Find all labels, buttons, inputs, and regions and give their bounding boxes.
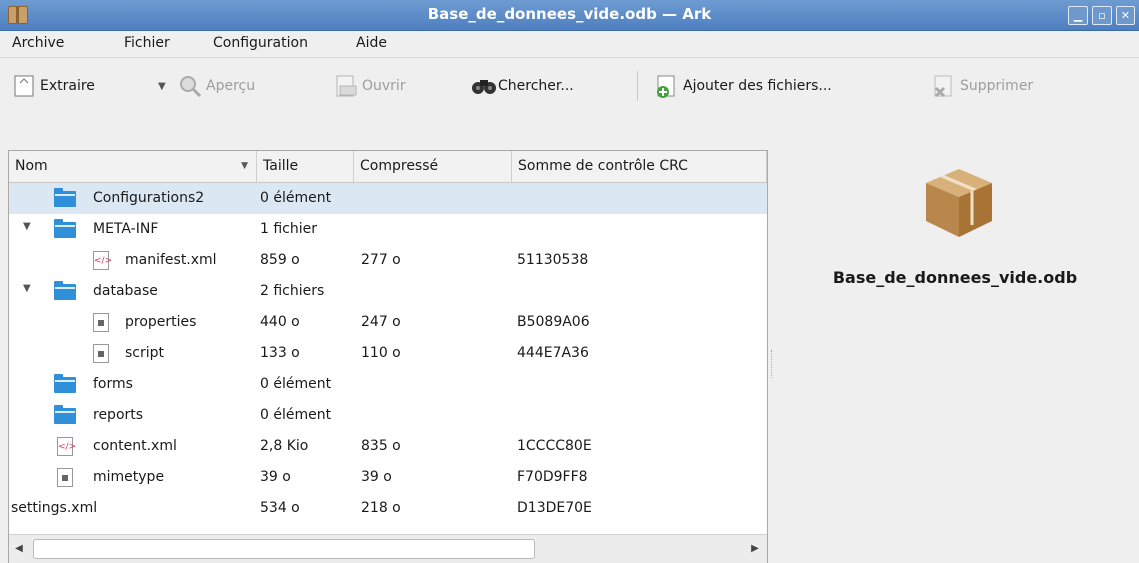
column-header-row: Nom ▼ Taille Compressé Somme de contrôle…	[9, 151, 767, 183]
column-header-compressed[interactable]: Compressé	[354, 151, 512, 182]
column-header-name[interactable]: Nom ▼	[9, 151, 257, 182]
folder-icon	[54, 188, 76, 207]
table-row[interactable]: Configurations2 0 élément	[9, 183, 767, 214]
table-row[interactable]: ▼ database 2 fichiers	[9, 276, 767, 307]
add-files-button[interactable]: Ajouter des fichiers...	[655, 66, 832, 106]
delete-button[interactable]: Supprimer	[932, 66, 1033, 106]
table-row[interactable]: ▼ META-INF 1 fichier	[9, 214, 767, 245]
folder-icon	[54, 219, 76, 238]
horizontal-scrollbar[interactable]: ◀ ▶	[9, 534, 767, 563]
magnifier-icon	[178, 74, 202, 98]
table-row[interactable]: properties 440 o 247 o B5089A06	[9, 307, 767, 338]
expand-arrow-icon[interactable]: ▼	[23, 221, 31, 232]
ark-window: Base_de_donnees_vide.odb — Ark ▁ ▫ ✕ Arc…	[0, 0, 1139, 563]
expand-arrow-icon[interactable]: ▼	[23, 283, 31, 294]
menu-aide[interactable]: Aide	[356, 35, 387, 51]
scroll-right-arrow-icon[interactable]: ▶	[745, 535, 765, 563]
table-row[interactable]: script 133 o 110 o 444E7A36	[9, 338, 767, 369]
binoculars-icon	[470, 74, 496, 98]
toolbar-separator	[637, 71, 638, 101]
table-row[interactable]: reports 0 élément	[9, 400, 767, 431]
close-button[interactable]: ✕	[1116, 6, 1135, 25]
table-row[interactable]: settings.xml 534 o 218 o D13DE70E	[9, 493, 767, 524]
archive-file-list[interactable]: Nom ▼ Taille Compressé Somme de contrôle…	[8, 150, 768, 563]
column-header-size[interactable]: Taille	[257, 151, 354, 182]
maximize-button[interactable]: ▫	[1092, 6, 1112, 25]
delete-file-icon	[932, 74, 956, 98]
sort-indicator-icon: ▼	[241, 161, 248, 171]
chevron-down-icon: ▼	[158, 80, 166, 92]
package-box-icon	[920, 163, 998, 241]
table-row[interactable]: mimetype 39 o 39 o F70D9FF8	[9, 462, 767, 493]
folder-icon	[54, 405, 76, 424]
preview-filename: Base_de_donnees_vide.odb	[832, 268, 1078, 287]
preview-button[interactable]: Aperçu	[178, 66, 255, 106]
open-document-icon	[334, 74, 358, 98]
extract-button[interactable]: Extraire	[12, 66, 95, 106]
title-bar[interactable]: Base_de_donnees_vide.odb — Ark ▁ ▫ ✕	[0, 0, 1139, 31]
column-header-crc[interactable]: Somme de contrôle CRC	[512, 151, 767, 182]
menu-fichier[interactable]: Fichier	[124, 35, 170, 51]
open-button[interactable]: Ouvrir	[334, 66, 406, 106]
scroll-left-arrow-icon[interactable]: ◀	[9, 535, 29, 563]
file-icon	[93, 313, 109, 332]
table-row[interactable]: </> manifest.xml 859 o 277 o 51130538	[9, 245, 767, 276]
table-row[interactable]: </> content.xml 2,8 Kio 835 o 1CCCC80E	[9, 431, 767, 462]
file-icon	[57, 468, 73, 487]
menu-bar: Archive Fichier Configuration Aide	[0, 31, 1139, 57]
xml-file-icon: </>	[57, 437, 76, 456]
scrollbar-thumb[interactable]	[33, 539, 535, 559]
minimize-button[interactable]: ▁	[1068, 6, 1088, 25]
table-row[interactable]: forms 0 élément	[9, 369, 767, 400]
find-button[interactable]: Chercher...	[470, 66, 574, 106]
extract-icon	[12, 74, 36, 98]
folder-icon	[54, 374, 76, 393]
file-icon	[93, 344, 109, 363]
window-title: Base_de_donnees_vide.odb — Ark	[427, 5, 712, 23]
add-file-icon	[655, 74, 679, 98]
menu-configuration[interactable]: Configuration	[213, 35, 308, 51]
menu-archive[interactable]: Archive	[12, 35, 64, 51]
toolbar: Extraire ▼ Aperçu Ouvrir Chercher... Ajo…	[0, 57, 1139, 146]
xml-file-icon: </>	[93, 251, 112, 270]
pane-splitter-handle[interactable]	[771, 350, 774, 378]
extract-dropdown-arrow[interactable]: ▼	[158, 66, 166, 106]
folder-icon	[54, 281, 76, 300]
